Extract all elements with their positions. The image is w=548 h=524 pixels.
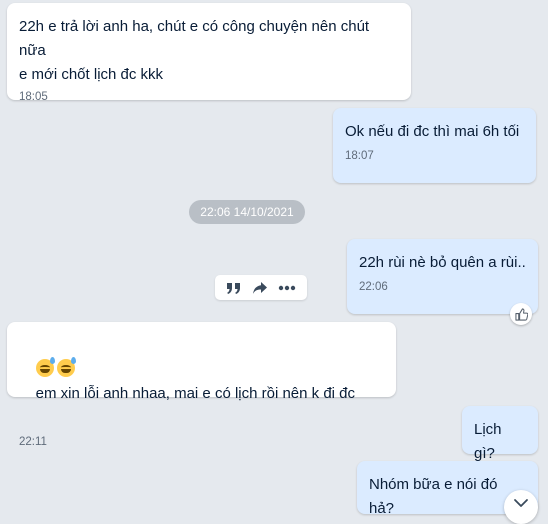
message-time: 18:07 bbox=[345, 150, 374, 162]
message-text: Ok nếu đi đc thì mai 6h tối bbox=[345, 123, 520, 140]
scroll-down-button[interactable] bbox=[504, 490, 538, 524]
message-incoming[interactable]: em xin lỗi anh nhaa, mai e có lịch rồi n… bbox=[7, 322, 396, 448]
message-incoming[interactable]: 22h e trả lời anh ha, chút e có công chu… bbox=[7, 3, 411, 103]
message-time: 18:05 bbox=[19, 91, 48, 103]
grinning-sweat-emoji bbox=[56, 357, 76, 377]
message-time: 22:11 bbox=[19, 436, 47, 448]
more-icon[interactable] bbox=[278, 285, 296, 291]
react-button[interactable] bbox=[510, 303, 532, 325]
message-outgoing[interactable]: Ok nếu đi đc thì mai 6h tối 18:07 bbox=[333, 108, 536, 183]
thumbs-up-icon bbox=[514, 307, 528, 321]
message-text: Lịch gì? bbox=[474, 421, 506, 462]
chevron-down-icon bbox=[514, 499, 528, 507]
message-time: 22:06 bbox=[359, 281, 388, 293]
share-icon[interactable] bbox=[252, 281, 268, 295]
message-outgoing[interactable]: Lịch gì? bbox=[462, 406, 538, 462]
message-outgoing[interactable]: 22h rùi nè bỏ quên a rùi.. 22:06 bbox=[347, 239, 538, 314]
message-action-toolbar bbox=[215, 275, 307, 300]
message-text: em xin lỗi anh nhaa, mai e có lịch rồi n… bbox=[35, 385, 356, 402]
message-text: 22h e trả lời anh ha, chút e có công chu… bbox=[19, 18, 370, 83]
grinning-sweat-emoji bbox=[35, 357, 55, 377]
quote-icon[interactable] bbox=[226, 281, 242, 295]
date-separator: 22:06 14/10/2021 bbox=[189, 200, 305, 224]
message-text: 22h rùi nè bỏ quên a rùi.. bbox=[359, 254, 526, 271]
